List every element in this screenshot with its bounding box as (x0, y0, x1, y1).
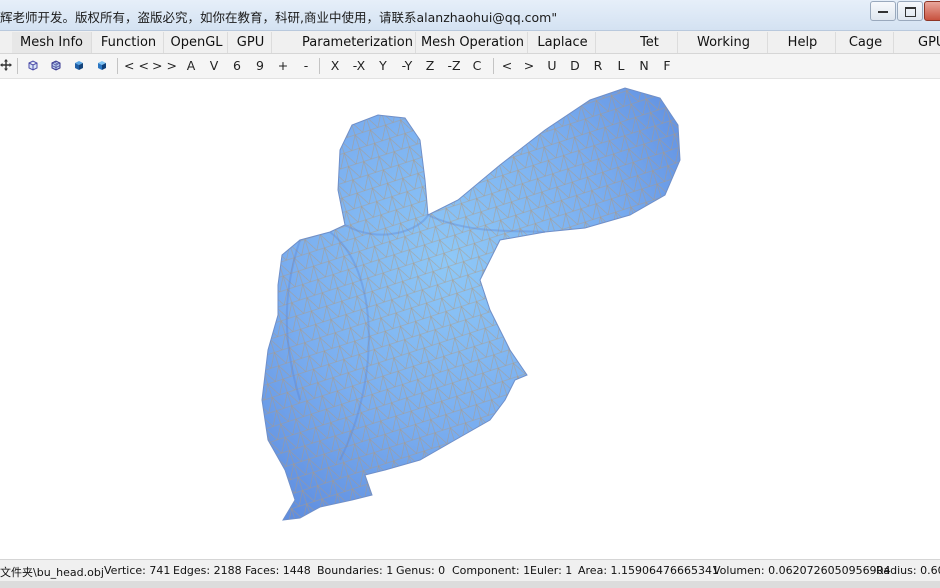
prev-button[interactable]: < < (124, 56, 149, 76)
axis-z-button[interactable]: Z (422, 56, 438, 76)
wire-shade-cube-icon[interactable] (50, 59, 62, 71)
toolbar: < < > > A V 6 9 + - X -X Y -Y Z -Z C < >… (0, 54, 940, 79)
smooth-cube-icon[interactable] (96, 59, 108, 71)
move-icon[interactable] (0, 59, 12, 71)
wireframe-cube-icon[interactable] (27, 59, 39, 71)
status-boundaries: Boundaries: 1 (317, 564, 394, 577)
axis-neg-y-button[interactable]: -Y (397, 56, 417, 76)
next-button[interactable]: > > (152, 56, 177, 76)
title-bar: 辉老师开发。版权所有，盗版必究，如你在教育，科研,商业中使用，请联系alanzh… (0, 0, 940, 31)
tab-tet[interactable]: Tet (622, 32, 678, 53)
axis-y-button[interactable]: Y (375, 56, 391, 76)
tab-mesh-info[interactable]: Mesh Info (12, 32, 92, 53)
view-l-button[interactable]: L (614, 56, 628, 76)
solid-cube-icon[interactable] (73, 59, 85, 71)
tab-help[interactable]: Help (770, 32, 836, 53)
axis-neg-x-button[interactable]: -X (349, 56, 369, 76)
bunny-head-mesh (261, 87, 681, 521)
status-bar: 文件夹\bu_head.obj Vertice: 741 Edges: 2188… (0, 559, 940, 582)
step-back-button[interactable]: < (500, 56, 514, 76)
tab-parameterization[interactable]: Parameterization (300, 32, 416, 53)
view-6-button[interactable]: 6 (230, 56, 244, 76)
3d-viewport[interactable] (0, 79, 940, 558)
minimize-icon (878, 11, 888, 13)
view-r-button[interactable]: R (591, 56, 605, 76)
view-a-button[interactable]: A (184, 56, 198, 76)
center-button[interactable]: C (469, 56, 485, 76)
tab-gpu[interactable]: GPU (230, 32, 272, 53)
status-radius: Radius: 0.603 (876, 564, 940, 577)
step-forward-button[interactable]: > (522, 56, 536, 76)
toolbar-separator (17, 58, 18, 74)
tab-laplace[interactable]: Laplace (530, 32, 596, 53)
status-vertices: Vertice: 741 (104, 564, 171, 577)
tab-gpu-2[interactable]: GPU (906, 32, 940, 53)
tab-opengl[interactable]: OpenGL (166, 32, 228, 53)
view-f-button[interactable]: F (660, 56, 674, 76)
status-volume: Volumen: 0.0620726050956904 (713, 564, 891, 577)
toolbar-separator (319, 58, 320, 74)
tab-working[interactable]: Working (680, 32, 768, 53)
bottom-border (0, 581, 940, 588)
status-edges: Edges: 2188 (173, 564, 242, 577)
maximize-button[interactable] (897, 1, 923, 21)
mesh-render (261, 87, 681, 521)
status-components: Component: 1 (452, 564, 531, 577)
view-u-button[interactable]: U (545, 56, 559, 76)
view-v-button[interactable]: V (207, 56, 221, 76)
minimize-button[interactable] (870, 1, 896, 21)
view-n-button[interactable]: N (637, 56, 651, 76)
view-d-button[interactable]: D (568, 56, 582, 76)
axis-x-button[interactable]: X (327, 56, 343, 76)
zoom-out-button[interactable]: - (299, 56, 313, 76)
maximize-icon (904, 7, 916, 17)
toolbar-separator (117, 58, 118, 74)
toolbar-separator (493, 58, 494, 74)
tab-cage[interactable]: Cage (838, 32, 894, 53)
window-title: 辉老师开发。版权所有，盗版必究，如你在教育，科研,商业中使用，请联系alanzh… (0, 10, 558, 25)
status-genus: Genus: 0 (396, 564, 446, 577)
tab-mesh-operation[interactable]: Mesh Operation (418, 32, 528, 53)
status-file-path: 文件夹\bu_head.obj (0, 566, 104, 579)
status-faces: Faces: 1448 (245, 564, 311, 577)
status-euler: Euler: 1 (530, 564, 573, 577)
view-9-button[interactable]: 9 (253, 56, 267, 76)
menu-bar: Mesh Info Function OpenGL GPU Parameteri… (0, 31, 940, 54)
tab-function[interactable]: Function (94, 32, 164, 53)
close-button[interactable] (924, 1, 940, 21)
axis-neg-z-button[interactable]: -Z (444, 56, 464, 76)
zoom-in-button[interactable]: + (276, 56, 290, 76)
status-area: Area: 1.15906476665341 (578, 564, 719, 577)
